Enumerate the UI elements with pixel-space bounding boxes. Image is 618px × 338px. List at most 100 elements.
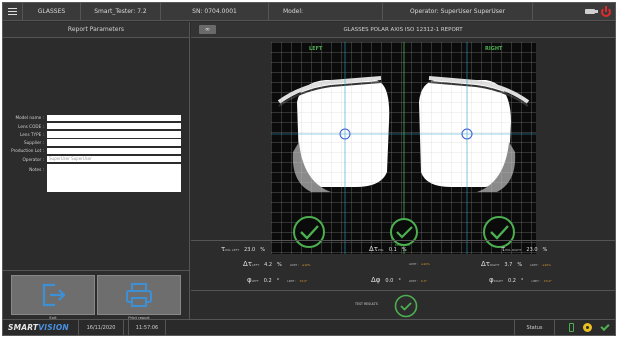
operator-label: Operator: SuperUser SuperUser — [383, 3, 533, 20]
field-label: Production Lot : — [11, 148, 44, 154]
measure-value: 0.2 — [508, 278, 516, 284]
limit-label: LIMIT : — [408, 279, 419, 283]
measure-subscript: POL LEFT — [225, 248, 240, 252]
measure-symbol: Δφ — [371, 276, 381, 284]
tau-right-measure: τ POL RIGHT 23.0 % — [501, 245, 555, 253]
lens-type-input[interactable] — [47, 131, 181, 138]
status-time: 11:57:06 — [128, 320, 166, 335]
measurements-panel: τ POL LEFT 23.0 % Δτ POL 0.1 % τ POL RIG… — [191, 240, 615, 290]
report-panel: ∞ GLASSES POLAR AXIS ISO 12312-1 REPORT — [191, 22, 615, 319]
result-pass-check-icon — [394, 294, 418, 318]
delta-tau-mid-limit: LIMIT : ≤10% — [409, 262, 430, 266]
limit-value: ±5.0° — [543, 279, 552, 283]
operator-input[interactable]: SuperUser SuperUser — [47, 155, 181, 163]
tester-version: Smart_Tester: 7.2 — [81, 3, 161, 20]
limit-value: ≤10% — [301, 263, 311, 267]
field-label: Model name : — [15, 115, 44, 121]
measure-unit: ° — [520, 278, 524, 284]
measure-value: 23.0 — [526, 247, 538, 253]
battery-icon — [569, 323, 574, 332]
measure-unit: ° — [276, 278, 280, 284]
measure-subscript: RIGHT — [493, 279, 504, 283]
field-notes: Notes : — [3, 163, 190, 192]
measure-subscript: POL — [378, 248, 384, 252]
exit-icon — [42, 283, 66, 307]
action-area: Exit Print report — [3, 270, 190, 320]
production-lot-input[interactable] — [47, 147, 181, 155]
measure-unit: % — [401, 247, 407, 253]
report-title-bar: ∞ GLASSES POLAR AXIS ISO 12312-1 REPORT — [191, 22, 615, 38]
exit-button[interactable] — [11, 275, 95, 315]
measure-subscript: LEFT — [252, 263, 260, 267]
delta-tau-left-measure: Δτ LEFT 4.2 % LIMIT : ≤10% — [243, 260, 311, 268]
status-bar: SMART VISION 16/11/2020 11:57:06 Status — [3, 319, 615, 335]
left-lens-label: LEFT — [309, 46, 323, 52]
parameters-form: Model name : Lens CODE : Lens TYPE : Sup… — [3, 114, 190, 192]
model-label: Model: — [269, 3, 383, 20]
field-label: Notes : — [29, 166, 44, 172]
delta-phi-measure: Δφ 0.0 ° LIMIT : 6.0° — [371, 276, 427, 284]
status-label: Status — [514, 320, 554, 335]
field-lens-type: Lens TYPE : — [3, 131, 190, 139]
model-name-input[interactable] — [47, 114, 181, 121]
measure-value: 0.1 — [388, 247, 397, 253]
phi-left-measure: φ LEFT 0.2 ° LIMIT : ±5.0° — [247, 276, 308, 284]
measure-unit: % — [517, 262, 523, 268]
field-supplier: Supplier : — [3, 139, 190, 147]
field-operator: Operator : SuperUser SuperUser — [3, 155, 190, 163]
measure-unit: % — [260, 247, 265, 253]
measure-value: 4.2 — [264, 262, 273, 268]
test-result-label: TEST RESULTS — [355, 302, 378, 306]
supplier-input[interactable] — [47, 139, 181, 146]
measure-subscript: LEFT — [251, 279, 259, 283]
limit-label: LIMIT : — [530, 263, 540, 267]
menu-button[interactable] — [3, 3, 23, 20]
delta-tau-measure: Δτ POL 0.1 % — [369, 245, 415, 253]
limit-label: LIMIT : — [409, 262, 419, 266]
usb-icon — [585, 9, 598, 14]
field-model-name: Model name : — [3, 114, 190, 122]
test-result-panel: TEST RESULTS — [191, 290, 615, 319]
tau-left-measure: τ POL LEFT 23.0 % — [221, 245, 273, 253]
right-lens-label: RIGHT — [485, 46, 503, 52]
power-icon[interactable] — [601, 5, 611, 17]
measure-symbol: Δτ — [243, 260, 253, 268]
print-report-button[interactable] — [97, 275, 181, 315]
delta-tau-right-measure: Δτ RIGHT 3.7 % LIMIT : ≤10% — [481, 260, 551, 268]
polar-axis-figure: LEFT RIGHT BINOCULAR — [271, 42, 536, 254]
measure-value: 23.0 — [244, 247, 256, 253]
measure-unit: % — [277, 262, 282, 268]
menu-icon — [8, 8, 17, 15]
app-window: GLASSES Smart_Tester: 7.2 SN: 0704.0001 … — [2, 2, 616, 336]
limit-value: ≤10% — [542, 263, 551, 267]
report-title: GLASSES POLAR AXIS ISO 12312-1 REPORT — [343, 26, 463, 33]
measure-unit: ° — [398, 278, 401, 284]
measure-subscript: POL RIGHT — [505, 248, 522, 252]
field-label: Supplier : — [24, 140, 44, 146]
limit-value: ≤10% — [421, 262, 430, 266]
field-lens-code: Lens CODE : — [3, 122, 190, 130]
glasses-view-button[interactable]: ∞ — [199, 25, 216, 34]
limit-value: 6.0° — [421, 279, 427, 283]
header-bar: GLASSES Smart_Tester: 7.2 SN: 0704.0001 … — [3, 3, 615, 21]
status-date: 16/11/2020 — [78, 320, 124, 335]
smartvision-logo: SMART VISION — [3, 320, 78, 335]
lens-code-input[interactable] — [47, 122, 181, 130]
glasses-icon: ∞ — [205, 25, 210, 33]
measure-subscript: RIGHT — [490, 263, 500, 267]
measure-symbol: Δτ — [369, 245, 379, 253]
field-production-lot: Production Lot : — [3, 147, 190, 155]
field-label: Lens TYPE : — [19, 131, 44, 137]
panel-title: Report Parameters — [3, 22, 189, 38]
status-icons — [554, 320, 615, 335]
measure-value: 3.7 — [504, 262, 513, 268]
field-label: Lens CODE : — [18, 123, 44, 129]
printer-icon — [126, 283, 152, 307]
notes-textarea[interactable] — [47, 163, 181, 192]
logo-part-vision: VISION — [38, 323, 69, 332]
measure-value: 0.2 — [263, 278, 272, 284]
status-ok-icon — [600, 321, 610, 331]
measure-symbol: Δτ — [481, 260, 491, 268]
logo-part-smart: SMART — [8, 323, 39, 332]
phi-right-measure: φ RIGHT 0.2 ° LIMIT : ±5.0° — [489, 276, 552, 284]
